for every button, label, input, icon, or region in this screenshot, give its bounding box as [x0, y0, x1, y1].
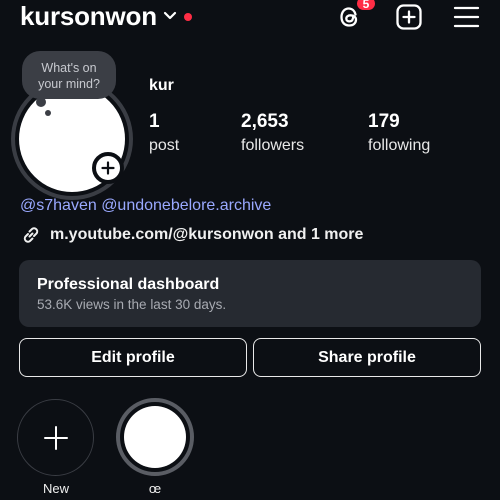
posts-label: post	[149, 137, 180, 154]
new-highlight-button[interactable]	[17, 399, 94, 476]
username: kursonwon	[20, 1, 157, 31]
highlight-label: New	[42, 481, 69, 496]
following-stat[interactable]: 179 following	[368, 111, 430, 157]
following-label: following	[368, 137, 431, 154]
posts-stat: 1 post	[149, 111, 179, 157]
dashboard-subtitle: 53.6K views in the last 30 days.	[37, 297, 227, 312]
mention-link[interactable]: @s7haven	[20, 197, 97, 214]
threads-badge: 5	[355, 0, 377, 12]
mention-link[interactable]: @undonebelore.archive	[101, 197, 271, 214]
chevron-down-icon	[163, 8, 177, 26]
notification-dot	[183, 13, 192, 21]
following-count: 179	[368, 111, 400, 132]
add-story-icon[interactable]	[92, 152, 124, 184]
bio-mentions: @s7haven @undonebelore.archive	[20, 197, 271, 215]
edit-profile-button[interactable]: Edit profile	[19, 338, 247, 377]
highlight-label: œ	[148, 481, 162, 496]
menu-icon[interactable]	[452, 2, 482, 32]
followers-stat[interactable]: 2,653 followers	[241, 111, 304, 157]
note-line-2: your mind?	[38, 77, 100, 91]
bio-link[interactable]: m.youtube.com/@kursonwon and 1 more	[20, 224, 363, 246]
followers-count: 2,653	[241, 111, 289, 132]
account-switcher[interactable]: kursonwon	[20, 2, 192, 30]
followers-label: followers	[241, 137, 305, 154]
note-line-1: What's on	[41, 61, 97, 75]
professional-dashboard[interactable]: Professional dashboard 53.6K views in th…	[19, 260, 481, 327]
highlight-cover	[124, 406, 186, 468]
plus-icon	[43, 425, 68, 450]
link-icon	[23, 227, 39, 243]
share-profile-button[interactable]: Share profile	[253, 338, 481, 377]
dashboard-title: Professional dashboard	[37, 276, 220, 293]
bio-link-text: m.youtube.com/@kursonwon and 1 more	[50, 226, 364, 243]
note-bubble-tail	[36, 97, 46, 107]
add-post-icon[interactable]	[394, 2, 424, 32]
note-bubble[interactable]: What's on your mind?	[22, 51, 116, 99]
display-name: kur	[149, 77, 174, 94]
posts-count: 1	[149, 111, 160, 132]
top-bar: kursonwon 5	[0, 0, 500, 36]
note-bubble-tail-small	[45, 110, 51, 116]
